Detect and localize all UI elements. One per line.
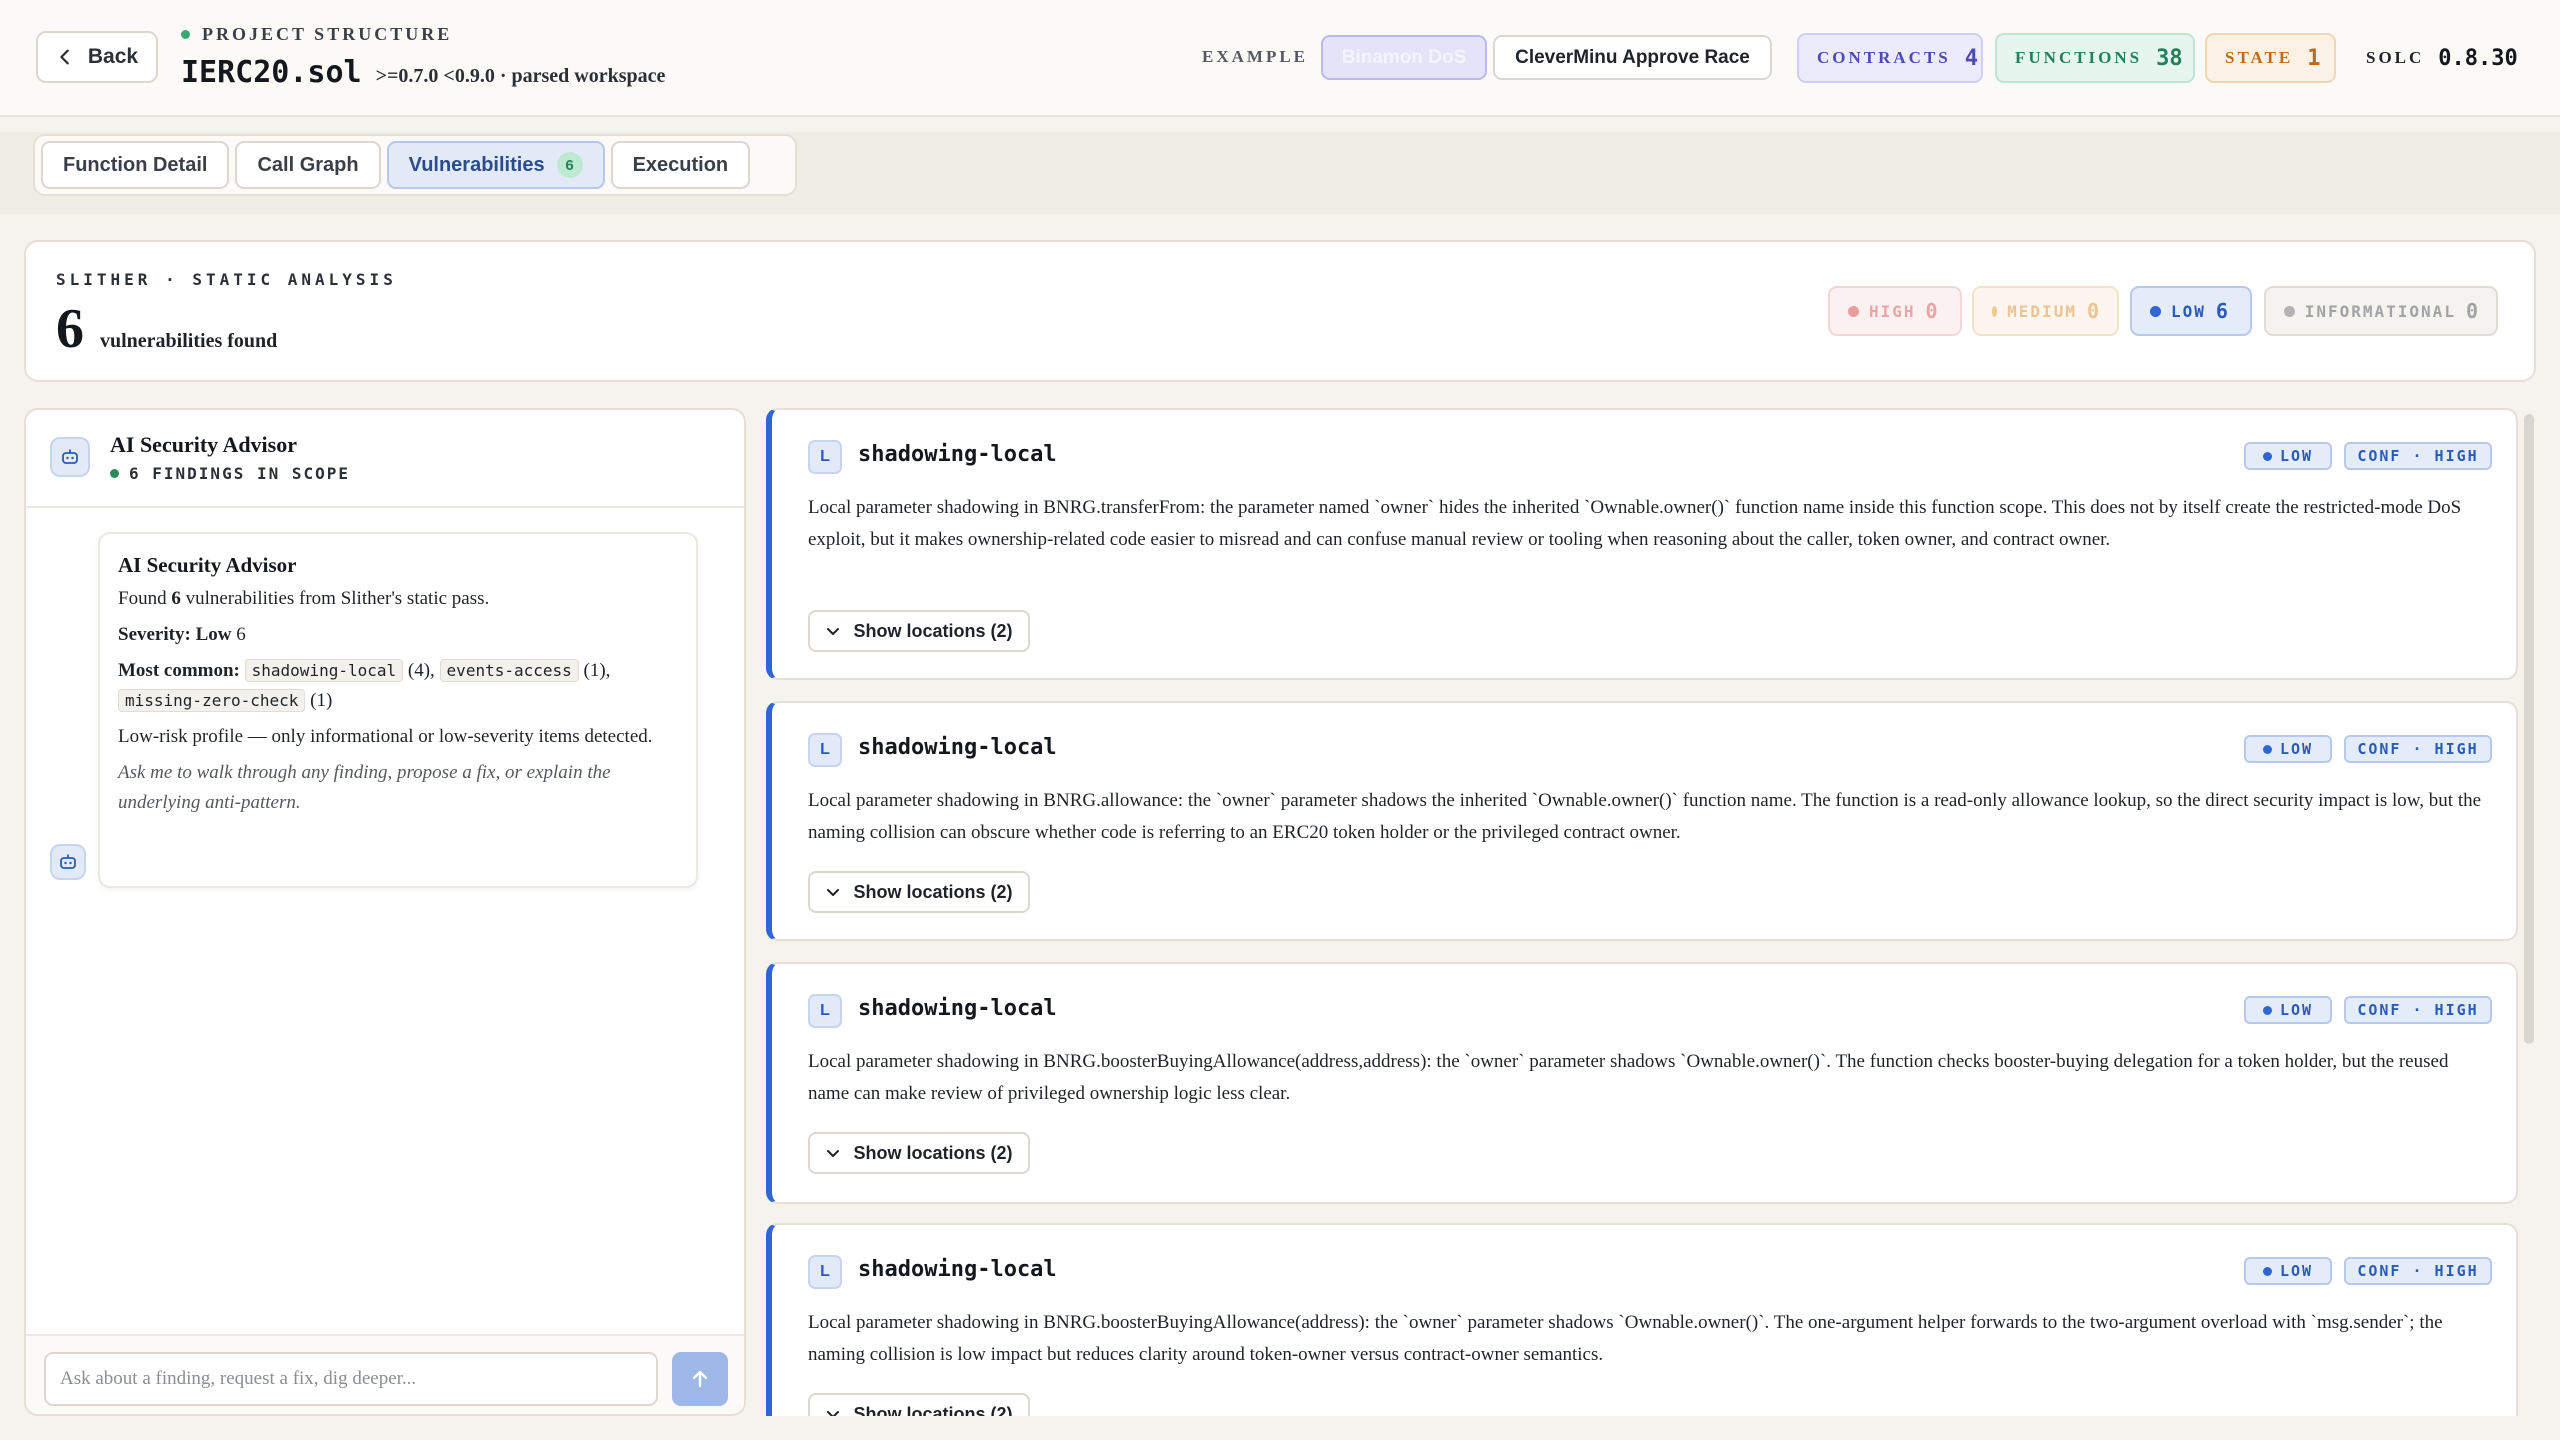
severity-filter-high[interactable]: HIGH 0 [1828,286,1962,336]
low-dot-icon [2262,1266,2272,1276]
severity-badge: LOW [2244,442,2332,470]
advisor-input-row [26,1334,744,1414]
message-profile: Low-risk profile — only informational or… [118,726,653,747]
finding-description: Local parameter shadowing in BNRG.booste… [808,1312,2443,1365]
info-dot-icon [2284,305,2295,317]
example-label: EXAMPLE [1202,47,1308,66]
low-dot-icon [2262,744,2272,754]
status-dot [110,469,119,478]
findings-scrollbar[interactable] [2524,414,2534,1044]
message-severity: Severity: Low 6 [118,624,246,645]
robot-icon [50,437,90,477]
severity-badge: LOW [2244,735,2332,763]
back-label: Back [87,45,139,68]
vulnerability-count: 6 vulnerabilities found [56,298,278,360]
advisor-subtitle: 6 FINDINGS IN SCOPE [110,464,350,483]
severity-badge: LOW [2244,1257,2332,1285]
low-dot-icon [2262,1005,2272,1015]
top-bar: Back PROJECT STRUCTURE IERC20.sol >=0.7.… [0,0,2560,117]
severity-filter-medium[interactable]: MEDIUM 0 [1972,286,2119,336]
finding-name: shadowing-local [858,442,1057,467]
tab-label: Vulnerabilities [408,153,545,176]
chevron-down-icon [827,1411,840,1416]
message-heading: AI Security Advisor [118,553,297,577]
solc-stat: SOLC 0.8.30 [2348,33,2520,83]
severity-tag: L [808,994,842,1028]
findings-list: L shadowing-local LOW CONF · HIGH Local … [766,408,2536,1416]
severity-filter-informational[interactable]: INFORMATIONAL 0 [2264,286,2498,336]
state-stat: STATE 1 [2205,33,2336,83]
finding-name: shadowing-local [858,996,1057,1021]
tab-call-graph[interactable]: Call Graph [235,141,381,189]
example-cleverminu-button[interactable]: CleverMinu Approve Race [1493,35,1772,80]
severity-tag: L [808,733,842,767]
confidence-badge: CONF · HIGH [2344,1257,2492,1285]
finding-name: shadowing-local [858,1257,1057,1282]
finding-card: L shadowing-local LOW CONF · HIGH Local … [766,962,2518,1204]
finding-description: Local parameter shadowing in BNRG.transf… [808,497,2462,550]
finding-card: L shadowing-local LOW CONF · HIGH Local … [766,1223,2518,1416]
tab-vulnerabilities[interactable]: Vulnerabilities 6 [386,141,605,189]
severity-tag: L [808,1255,842,1289]
severity-badge: LOW [2244,996,2332,1024]
severity-filter-low[interactable]: LOW 6 [2130,286,2252,336]
chevron-left-icon [60,49,69,65]
finding-description: Local parameter shadowing in BNRG.booste… [808,1051,2449,1104]
medium-dot-icon [1992,305,1998,317]
advisor-message: AI Security Advisor Found 6 vulnerabilit… [98,532,698,888]
tabs: Function Detail Call Graph Vulnerabiliti… [33,134,797,196]
tab-count-badge: 6 [556,152,583,178]
message-most-common: Most common: shadowing-local (4), events… [118,659,611,712]
low-dot-icon [2150,305,2161,317]
ai-advisor-panel: AI Security Advisor 6 FINDINGS IN SCOPE … [24,408,746,1416]
example-binamon-button[interactable]: Binamon DoS [1321,35,1487,80]
slither-label: SLITHER · STATIC ANALYSIS [56,270,397,289]
arrow-up-icon [692,1370,708,1388]
chevron-down-icon [827,628,840,635]
tab-function-detail[interactable]: Function Detail [41,141,230,189]
chevron-down-icon [827,889,840,896]
advisor-title: AI Security Advisor [110,432,297,457]
finding-name: shadowing-local [858,735,1057,760]
functions-stat: FUNCTIONS 38 [1995,33,2195,83]
confidence-badge: CONF · HIGH [2344,735,2492,763]
show-locations-button[interactable]: Show locations (2) [808,1393,1030,1416]
page-title: IERC20.sol >=0.7.0 <0.9.0 · parsed works… [181,55,665,90]
low-dot-icon [2262,451,2272,461]
code-events-access: events-access [439,659,579,682]
advisor-input[interactable] [44,1352,658,1406]
section-label: PROJECT STRUCTURE [181,24,452,45]
show-locations-button[interactable]: Show locations (2) [808,871,1030,913]
back-button[interactable]: Back [36,31,158,83]
message-prompt: Ask me to walk through any finding, prop… [118,762,611,813]
chevron-down-icon [827,1150,840,1157]
code-missing-zero-check: missing-zero-check [118,689,306,712]
high-dot-icon [1848,305,1859,317]
show-locations-button[interactable]: Show locations (2) [808,1132,1030,1174]
send-button[interactable] [672,1352,728,1406]
message-found: Found 6 vulnerabilities from Slither's s… [118,588,490,609]
severity-tag: L [808,440,842,474]
show-locations-button[interactable]: Show locations (2) [808,610,1030,652]
finding-card: L shadowing-local LOW CONF · HIGH Local … [766,701,2518,941]
file-name: IERC20.sol [181,55,362,90]
status-dot [181,30,190,39]
tab-execution[interactable]: Execution [610,141,751,189]
finding-description: Local parameter shadowing in BNRG.allowa… [808,790,2482,843]
contracts-stat: CONTRACTS 4 [1797,33,1983,83]
pragma-info: >=0.7.0 <0.9.0 · parsed workspace [375,65,666,87]
robot-icon [50,844,86,880]
code-shadowing-local: shadowing-local [244,659,404,682]
confidence-badge: CONF · HIGH [2344,442,2492,470]
slither-summary: SLITHER · STATIC ANALYSIS 6 vulnerabilit… [24,240,2536,382]
confidence-badge: CONF · HIGH [2344,996,2492,1024]
finding-card: L shadowing-local LOW CONF · HIGH Local … [766,408,2518,680]
advisor-header: AI Security Advisor 6 FINDINGS IN SCOPE [26,410,744,508]
